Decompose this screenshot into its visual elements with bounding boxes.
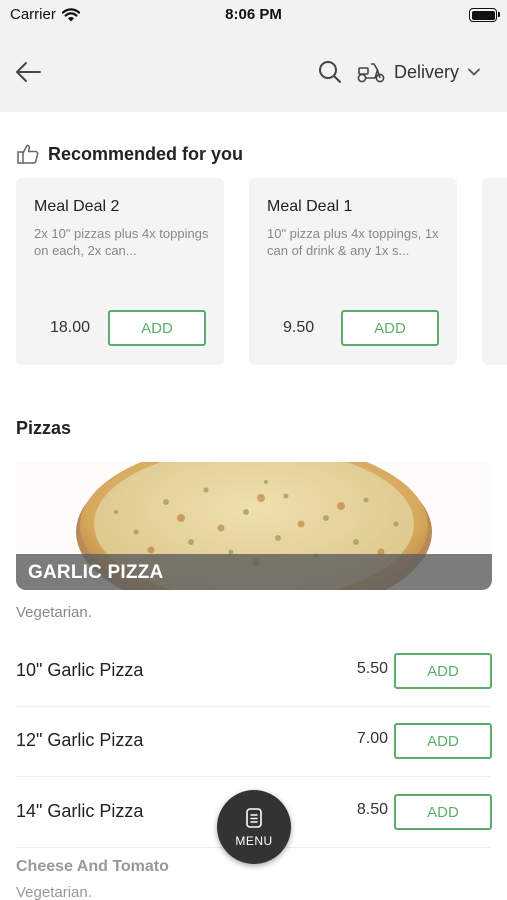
recommended-card[interactable]: Meal Deal 1 10" pizza plus 4x toppings, … [249,178,457,365]
recommended-item-price: 9.50 [283,319,315,336]
category-description: Vegetarian. [16,604,92,621]
thumbs-up-icon [17,144,39,164]
recommended-item-name: Meal Deal 1 [267,198,353,215]
menu-button[interactable]: MENU [217,790,291,864]
recommended-item-description: 10" pizza plus 4x toppings, 1x can of dr… [267,226,439,258]
add-button[interactable]: ADD [394,794,492,830]
next-category-description: Vegetarian. [16,884,92,900]
menu-item-price: 5.50 [356,660,388,677]
menu-list-icon [246,808,262,828]
search-icon [319,61,341,83]
menu-button-label: MENU [235,834,273,848]
scooter-icon [357,63,385,83]
menu-item-row[interactable]: 12" Garlic Pizza 7.00 ADD [16,706,492,777]
menu-item-name: 10" Garlic Pizza [16,660,144,680]
add-button[interactable]: ADD [341,310,439,346]
back-arrow-icon [16,62,41,82]
next-category-title: Cheese And Tomato [16,858,169,875]
chevron-down-icon [468,68,480,76]
category-banner[interactable]: GARLIC PIZZA [16,462,492,590]
recommended-card[interactable]: Meal Deal 2 2x 10" pizzas plus 4x toppin… [16,178,224,365]
nav-bar: Delivery [0,32,507,112]
battery-icon [469,8,500,22]
add-button[interactable]: ADD [108,310,206,346]
recommended-item-name: Meal Deal 2 [34,198,120,215]
add-button[interactable]: ADD [394,723,492,759]
recommended-card-peek[interactable] [482,178,507,365]
menu-item-price: 7.00 [356,730,388,747]
recommended-title: Recommended for you [48,143,244,164]
back-button[interactable] [12,56,44,88]
banner-title: GARLIC PIZZA [28,562,164,583]
menu-item-name: 14" Garlic Pizza [16,801,144,821]
recommended-header: Recommended for you [16,142,243,166]
menu-item-name: 12" Garlic Pizza [16,730,144,750]
status-bar: Carrier 8:06 PM [0,0,507,32]
delivery-label: Delivery [394,61,460,82]
delivery-mode-select[interactable]: Delivery [356,54,481,90]
add-button[interactable]: ADD [394,653,492,689]
category-section-title: Pizzas [16,418,72,438]
recommended-item-price: 18.00 [50,319,91,336]
menu-item-price: 8.50 [356,801,388,818]
menu-item-row[interactable]: 10" Garlic Pizza 5.50 ADD [16,636,492,707]
search-button[interactable] [316,58,344,86]
status-time: 8:06 PM [225,6,282,23]
recommended-item-description: 2x 10" pizzas plus 4x toppings on each, … [34,226,209,258]
